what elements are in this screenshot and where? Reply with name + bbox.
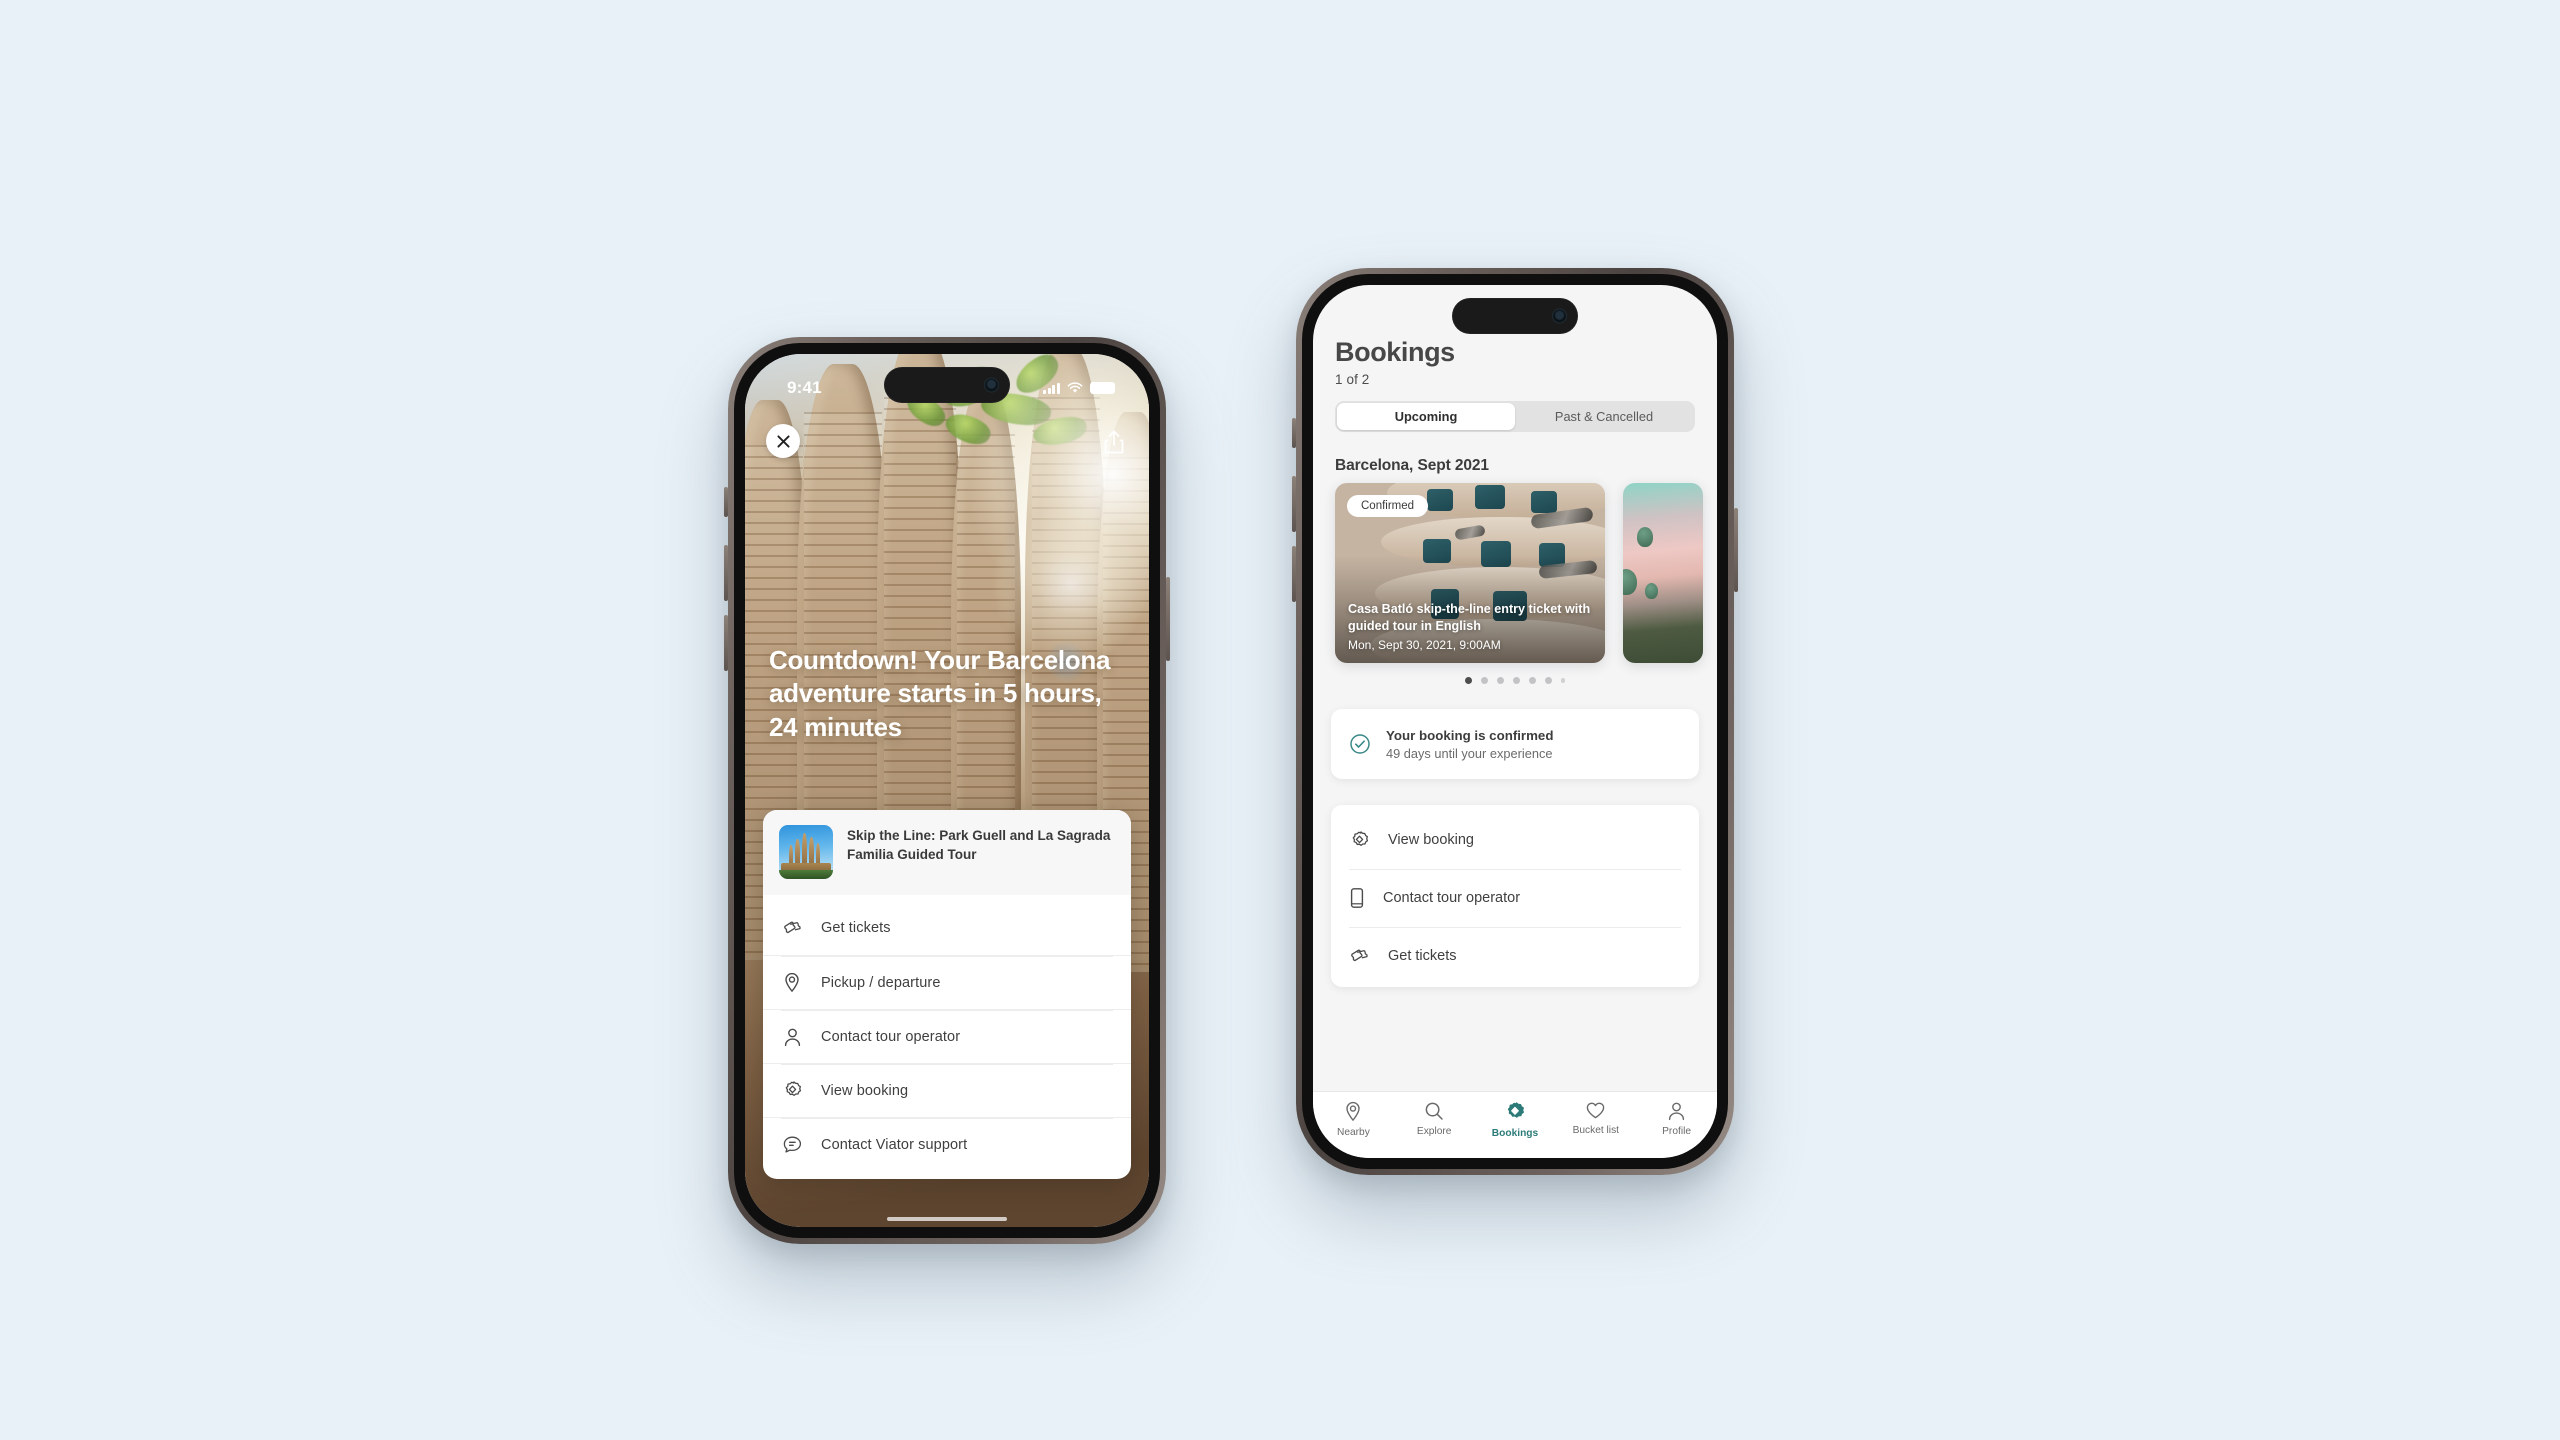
tab-label: Bucket list [1572, 1125, 1619, 1136]
sheet-menu-list: Get tickets Pickup / departure Contact t… [763, 895, 1131, 1179]
carousel-dots[interactable] [1313, 677, 1717, 684]
booking-card-next[interactable] [1623, 483, 1703, 663]
action-label: View booking [1388, 832, 1474, 848]
menu-item-label: Get tickets [821, 920, 891, 936]
tab-label: Nearby [1336, 1127, 1370, 1138]
tab-upcoming[interactable]: Upcoming [1337, 403, 1515, 430]
menu-item-label: Contact Viator support [821, 1136, 968, 1153]
volume-up-button[interactable] [1292, 476, 1296, 532]
confirmation-card: Your booking is confirmed 49 days until … [1331, 709, 1699, 779]
mute-switch[interactable] [724, 487, 728, 517]
action-label: Contact tour operator [1383, 890, 1521, 906]
carousel-dot[interactable] [1528, 677, 1536, 684]
power-button[interactable] [1734, 508, 1738, 592]
menu-item-label: Pickup / departure [821, 974, 941, 991]
volume-down-button[interactable] [724, 615, 728, 671]
carousel-dot[interactable] [1464, 677, 1472, 684]
tag-badge-icon [781, 1080, 803, 1102]
screen-right: Bookings 1 of 2 Upcoming Past & Cancelle… [1313, 285, 1717, 1158]
booking-name: Casa Batló skip-the-line entry ticket wi… [1348, 602, 1591, 633]
share-icon[interactable] [1101, 428, 1127, 456]
segmented-control: Upcoming Past & Cancelled [1335, 401, 1695, 432]
tab-bucket-list[interactable]: Bucket list [1555, 1101, 1636, 1136]
status-time: 9:41 [787, 378, 822, 397]
phone-device-left: 9:41 Countdown! Your Barcelona adventure… [724, 337, 1170, 1244]
product-thumbnail [779, 825, 833, 879]
section-title: Barcelona, Sept 2021 [1335, 457, 1489, 474]
volume-up-button[interactable] [724, 545, 728, 601]
dynamic-island [884, 367, 1010, 403]
ticket-icon [781, 917, 803, 939]
power-button[interactable] [1166, 577, 1170, 661]
tab-explore[interactable]: Explore [1394, 1101, 1475, 1137]
chat-bubble-icon [781, 1134, 803, 1156]
canvas: 9:41 Countdown! Your Barcelona adventure… [0, 0, 2560, 1440]
search-icon [1424, 1101, 1444, 1121]
booking-card[interactable]: Confirmed Casa Batló skip-the-line entry… [1335, 483, 1605, 663]
page-title: Bookings [1335, 337, 1455, 367]
volume-down-button[interactable] [1292, 546, 1296, 602]
menu-item-get-tickets[interactable]: Get tickets [763, 901, 1131, 955]
screen-left: 9:41 Countdown! Your Barcelona adventure… [745, 354, 1149, 1227]
action-get-tickets[interactable]: Get tickets [1331, 927, 1699, 985]
tab-past-cancelled[interactable]: Past & Cancelled [1515, 403, 1693, 430]
map-pin-icon [781, 972, 803, 994]
action-label: Get tickets [1388, 948, 1457, 964]
tab-bookings[interactable]: Bookings [1475, 1101, 1556, 1139]
tab-label: Explore [1416, 1126, 1452, 1137]
phone-icon [1349, 887, 1365, 909]
tab-profile[interactable]: Profile [1636, 1101, 1717, 1137]
bookings-carousel[interactable]: Confirmed Casa Batló skip-the-line entry… [1313, 483, 1717, 684]
tab-label: Profile [1662, 1126, 1692, 1137]
cellular-signal-icon [1043, 382, 1060, 394]
tag-badge-icon [1504, 1101, 1526, 1123]
check-circle-icon [1349, 733, 1371, 755]
carousel-dot[interactable] [1512, 677, 1520, 684]
heart-icon [1585, 1101, 1606, 1120]
dynamic-island [1452, 298, 1578, 334]
bookings-count: 1 of 2 [1335, 372, 1370, 387]
battery-icon [1090, 382, 1115, 394]
menu-item-view-booking[interactable]: View booking [763, 1063, 1131, 1117]
sheet-product-header[interactable]: Skip the Line: Park Guell and La Sagrada… [763, 810, 1131, 895]
tag-badge-icon [1349, 830, 1370, 851]
menu-item-contact-viator-support[interactable]: Contact Viator support [763, 1117, 1131, 1171]
phone-bezel-right: Bookings 1 of 2 Upcoming Past & Cancelle… [1302, 274, 1728, 1169]
carousel-dot[interactable] [1544, 677, 1552, 684]
bottom-tab-bar: Nearby Explore Bookings Bucket list Prof… [1313, 1092, 1717, 1158]
action-contact-tour-operator[interactable]: Contact tour operator [1331, 869, 1699, 927]
carousel-dot[interactable] [1496, 677, 1504, 684]
person-icon [781, 1026, 803, 1048]
actions-card: View booking Contact tour operator Get t… [1331, 805, 1699, 987]
close-icon[interactable] [766, 424, 800, 458]
menu-item-label: Contact tour operator [821, 1028, 961, 1045]
status-badge: Confirmed [1347, 495, 1429, 517]
phone-bezel-left: 9:41 Countdown! Your Barcelona adventure… [734, 343, 1160, 1238]
person-icon [1667, 1101, 1686, 1121]
carousel-dot[interactable] [1480, 677, 1488, 684]
ticket-icon [1349, 947, 1370, 965]
map-pin-icon [1344, 1101, 1362, 1122]
menu-item-label: View booking [821, 1082, 909, 1099]
action-sheet: Skip the Line: Park Guell and La Sagrada… [763, 810, 1131, 1179]
mute-switch[interactable] [1292, 418, 1296, 448]
wifi-icon [1067, 382, 1083, 393]
tab-label: Bookings [1491, 1128, 1539, 1139]
carousel-dot[interactable] [1560, 678, 1566, 683]
home-indicator [887, 1217, 1007, 1221]
tab-nearby[interactable]: Nearby [1313, 1101, 1394, 1138]
confirmation-title: Your booking is confirmed [1386, 727, 1554, 743]
confirmation-subtitle: 49 days until your experience [1386, 745, 1553, 761]
hero-title: Countdown! Your Barcelona adventure star… [769, 645, 1111, 742]
product-title: Skip the Line: Park Guell and La Sagrada… [847, 828, 1111, 862]
action-view-booking[interactable]: View booking [1331, 811, 1699, 869]
menu-item-contact-tour-operator[interactable]: Contact tour operator [763, 1009, 1131, 1063]
menu-item-pickup-departure[interactable]: Pickup / departure [763, 955, 1131, 1009]
booking-date: Mon, Sept 30, 2021, 9:00AM [1348, 638, 1501, 652]
bookings-header: Bookings 1 of 2 Upcoming Past & Cancelle… [1313, 337, 1717, 432]
phone-device-right: Bookings 1 of 2 Upcoming Past & Cancelle… [1292, 268, 1738, 1175]
